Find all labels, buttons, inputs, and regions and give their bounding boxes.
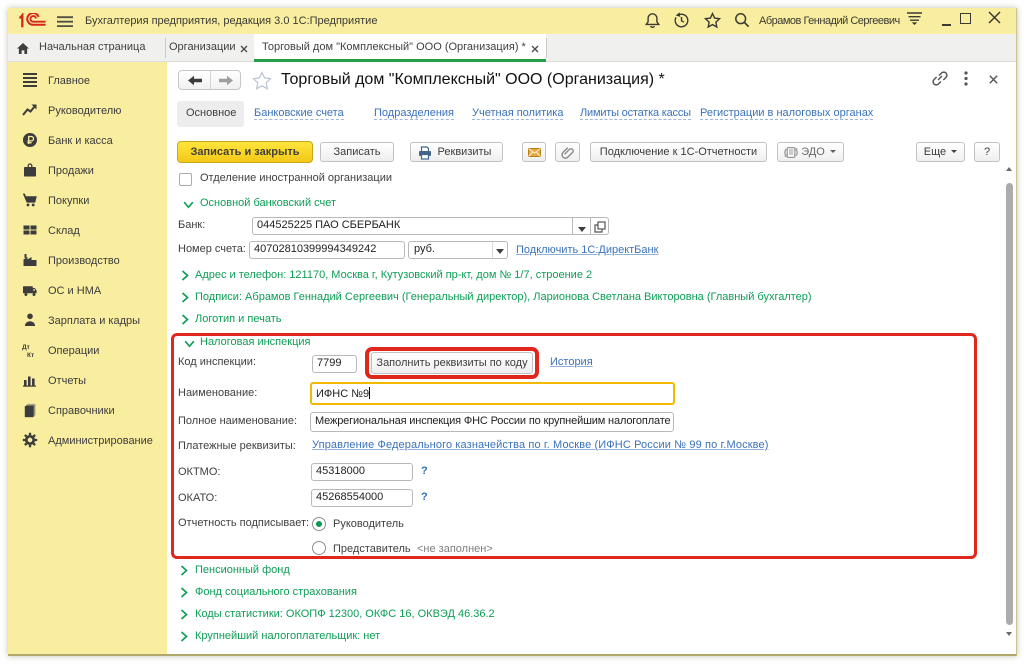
svg-text:Дт: Дт bbox=[22, 344, 30, 351]
svg-text:Кт: Кт bbox=[27, 352, 34, 358]
